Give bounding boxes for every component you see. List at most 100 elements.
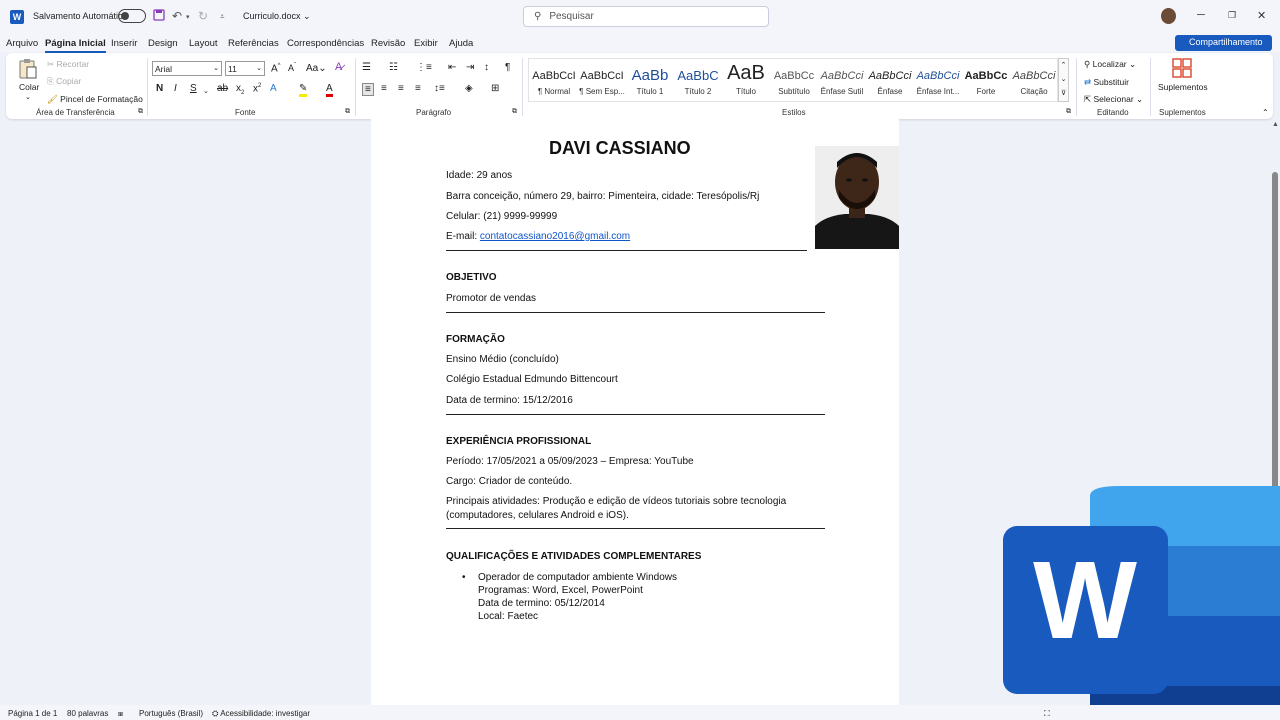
focus-icon[interactable]: ⛶ bbox=[1044, 709, 1050, 719]
font-group-label: Fonte bbox=[235, 108, 256, 117]
shading-icon[interactable]: ◈ bbox=[465, 83, 473, 94]
autosave-toggle[interactable] bbox=[118, 9, 146, 23]
italic-icon[interactable]: I bbox=[174, 83, 177, 94]
replace-button[interactable]: ⇄ Substituir bbox=[1084, 77, 1129, 88]
tab-design[interactable]: Design bbox=[148, 38, 178, 49]
tab-pagina-inicial[interactable]: Página Inicial bbox=[45, 38, 106, 53]
justify-icon[interactable]: ≡ bbox=[415, 83, 421, 94]
style-no-spacing[interactable]: AaBbCcI ¶ Sem Esp... bbox=[577, 69, 627, 96]
tab-correspondencias[interactable]: Correspondências bbox=[287, 38, 364, 49]
grow-font-icon[interactable]: A^ bbox=[271, 63, 281, 74]
addins-icon[interactable] bbox=[1172, 58, 1192, 78]
copy-button[interactable]: ⎘ Copiar bbox=[47, 76, 81, 87]
style-heading-1[interactable]: AaBb Título 1 bbox=[625, 69, 675, 96]
minimize-icon[interactable]: ─ bbox=[1197, 9, 1205, 21]
undo-dropdown-icon[interactable]: ▾ bbox=[186, 13, 190, 21]
tab-referencias[interactable]: Referências bbox=[228, 38, 279, 49]
tab-exibir[interactable]: Exibir bbox=[414, 38, 438, 49]
underline-dropdown-icon[interactable]: ⌄ bbox=[203, 87, 209, 95]
bullet-icon: • bbox=[462, 572, 466, 583]
paste-button[interactable]: Colar bbox=[19, 82, 39, 92]
language-status[interactable]: Português (Brasil) bbox=[139, 709, 203, 718]
style-intense-emphasis[interactable]: AaBbCci Ênfase Int... bbox=[913, 69, 963, 96]
font-color-icon[interactable]: A bbox=[326, 83, 333, 97]
style-subtitle[interactable]: AaBbCc Subtítulo bbox=[769, 69, 819, 96]
tab-arquivo[interactable]: Arquivo bbox=[6, 38, 38, 49]
undo-icon[interactable]: ↶ bbox=[172, 9, 182, 23]
format-painter-button[interactable]: 🖌 Pincel de Formatação bbox=[47, 94, 143, 105]
user-avatar[interactable] bbox=[1161, 8, 1176, 24]
word-count[interactable]: 80 palavras bbox=[67, 709, 108, 718]
style-normal[interactable]: AaBbCcI ¶ Normal bbox=[529, 69, 579, 96]
addins-button[interactable]: Suplementos bbox=[1158, 82, 1208, 92]
close-icon[interactable]: ✕ bbox=[1257, 9, 1266, 22]
chevron-down-icon[interactable]: ⌄ bbox=[1059, 73, 1068, 87]
cut-button[interactable]: ✂ Recortar bbox=[47, 59, 89, 70]
style-title[interactable]: AaB Título bbox=[721, 63, 771, 96]
style-subtle-emphasis[interactable]: AaBbCci Ênfase Sutil bbox=[817, 69, 867, 96]
profile-photo[interactable] bbox=[815, 146, 899, 249]
highlight-icon[interactable]: ✎ bbox=[299, 83, 308, 97]
document-name[interactable]: Curriculo.docx ⌄ bbox=[243, 11, 311, 22]
education-line: Colégio Estadual Edmundo Bittencourt bbox=[446, 374, 618, 385]
experience-heading: EXPERIÊNCIA PROFISSIONAL bbox=[446, 436, 592, 447]
select-button[interactable]: ⇱ Selecionar ⌄ bbox=[1084, 94, 1143, 105]
find-button[interactable]: ⚲ Localizar ⌄ bbox=[1084, 59, 1136, 70]
accessibility-status[interactable]: ⛭ Acessibilidade: investigar bbox=[212, 709, 310, 719]
paste-icon[interactable] bbox=[18, 58, 38, 80]
style-strong[interactable]: AaBbCc Forte bbox=[961, 69, 1011, 96]
tab-inserir[interactable]: Inserir bbox=[111, 38, 137, 49]
subscript-icon[interactable]: x2 bbox=[236, 83, 244, 96]
collapse-ribbon-icon[interactable]: ⌃ bbox=[1262, 108, 1269, 117]
show-formatting-icon[interactable]: ¶ bbox=[505, 62, 510, 73]
search-box[interactable]: ⚲ Pesquisar bbox=[523, 6, 769, 27]
increase-indent-icon[interactable]: ⇥ bbox=[466, 62, 474, 73]
style-emphasis[interactable]: AaBbCci Ênfase bbox=[865, 69, 915, 96]
superscript-icon[interactable]: x2 bbox=[253, 83, 261, 94]
align-right-icon[interactable]: ≡ bbox=[398, 83, 404, 94]
decrease-indent-icon[interactable]: ⇤ bbox=[448, 62, 456, 73]
paragraph-launcher-icon[interactable]: ⧉ bbox=[512, 108, 517, 116]
email-link[interactable]: contatocassiano2016@gmail.com bbox=[480, 231, 630, 242]
save-icon[interactable] bbox=[153, 9, 165, 24]
align-left-icon[interactable]: ≡ bbox=[362, 83, 374, 96]
font-name-field[interactable]: Arial ⌄ bbox=[152, 61, 222, 76]
styles-group-label: Estilos bbox=[782, 108, 806, 117]
tab-layout[interactable]: Layout bbox=[189, 38, 218, 49]
styles-launcher-icon[interactable]: ⧉ bbox=[1066, 108, 1071, 116]
numbering-icon[interactable]: ☷ bbox=[389, 62, 398, 73]
clear-format-icon[interactable]: A̷ bbox=[335, 61, 342, 73]
education-heading: FORMAÇÃO bbox=[446, 334, 505, 345]
style-quote[interactable]: AaBbCci Citação bbox=[1009, 69, 1059, 96]
proofing-icon[interactable]: ⧆ bbox=[118, 709, 123, 719]
tab-revisao[interactable]: Revisão bbox=[371, 38, 405, 49]
line-spacing-icon[interactable]: ↕≡ bbox=[434, 83, 445, 94]
customize-toolbar-icon[interactable]: ⩡ bbox=[220, 12, 225, 22]
font-size-field[interactable]: 11 ⌄ bbox=[225, 61, 265, 76]
tab-ajuda[interactable]: Ajuda bbox=[449, 38, 473, 49]
underline-icon[interactable]: S bbox=[190, 83, 197, 94]
bullets-icon[interactable]: ☰ bbox=[362, 62, 371, 73]
text-effects-icon[interactable]: A bbox=[270, 83, 277, 94]
font-launcher-icon[interactable]: ⧉ bbox=[345, 108, 350, 116]
multilevel-list-icon[interactable]: ⋮≡ bbox=[416, 62, 432, 73]
paste-dropdown-icon[interactable]: ⌄ bbox=[25, 93, 31, 101]
maximize-icon[interactable]: ❐ bbox=[1228, 10, 1236, 21]
style-heading-2[interactable]: AaBbC Título 2 bbox=[673, 69, 723, 96]
borders-icon[interactable]: ⊞ bbox=[491, 83, 499, 94]
change-case-icon[interactable]: Aa⌄ bbox=[306, 63, 327, 74]
redo-icon[interactable]: ↻ bbox=[198, 9, 208, 23]
page-count[interactable]: Página 1 de 1 bbox=[8, 709, 57, 718]
shrink-font-icon[interactable]: Aˇ bbox=[288, 63, 296, 73]
styles-scroll[interactable]: ⌃ ⌄ ⊽ bbox=[1058, 58, 1069, 102]
bold-icon[interactable]: N bbox=[156, 83, 163, 94]
clipboard-launcher-icon[interactable]: ⧉ bbox=[138, 108, 143, 116]
strikethrough-icon[interactable]: ab bbox=[217, 83, 228, 94]
share-button[interactable]: Compartilhamento ⌄ bbox=[1175, 35, 1272, 57]
align-center-icon[interactable]: ≡ bbox=[381, 83, 387, 94]
scroll-up-icon[interactable]: ▲ bbox=[1272, 121, 1279, 128]
sort-icon[interactable]: ↕ bbox=[484, 62, 489, 73]
scrollbar-thumb[interactable] bbox=[1272, 172, 1278, 522]
more-styles-icon[interactable]: ⊽ bbox=[1059, 87, 1068, 101]
chevron-up-icon[interactable]: ⌃ bbox=[1059, 59, 1068, 73]
